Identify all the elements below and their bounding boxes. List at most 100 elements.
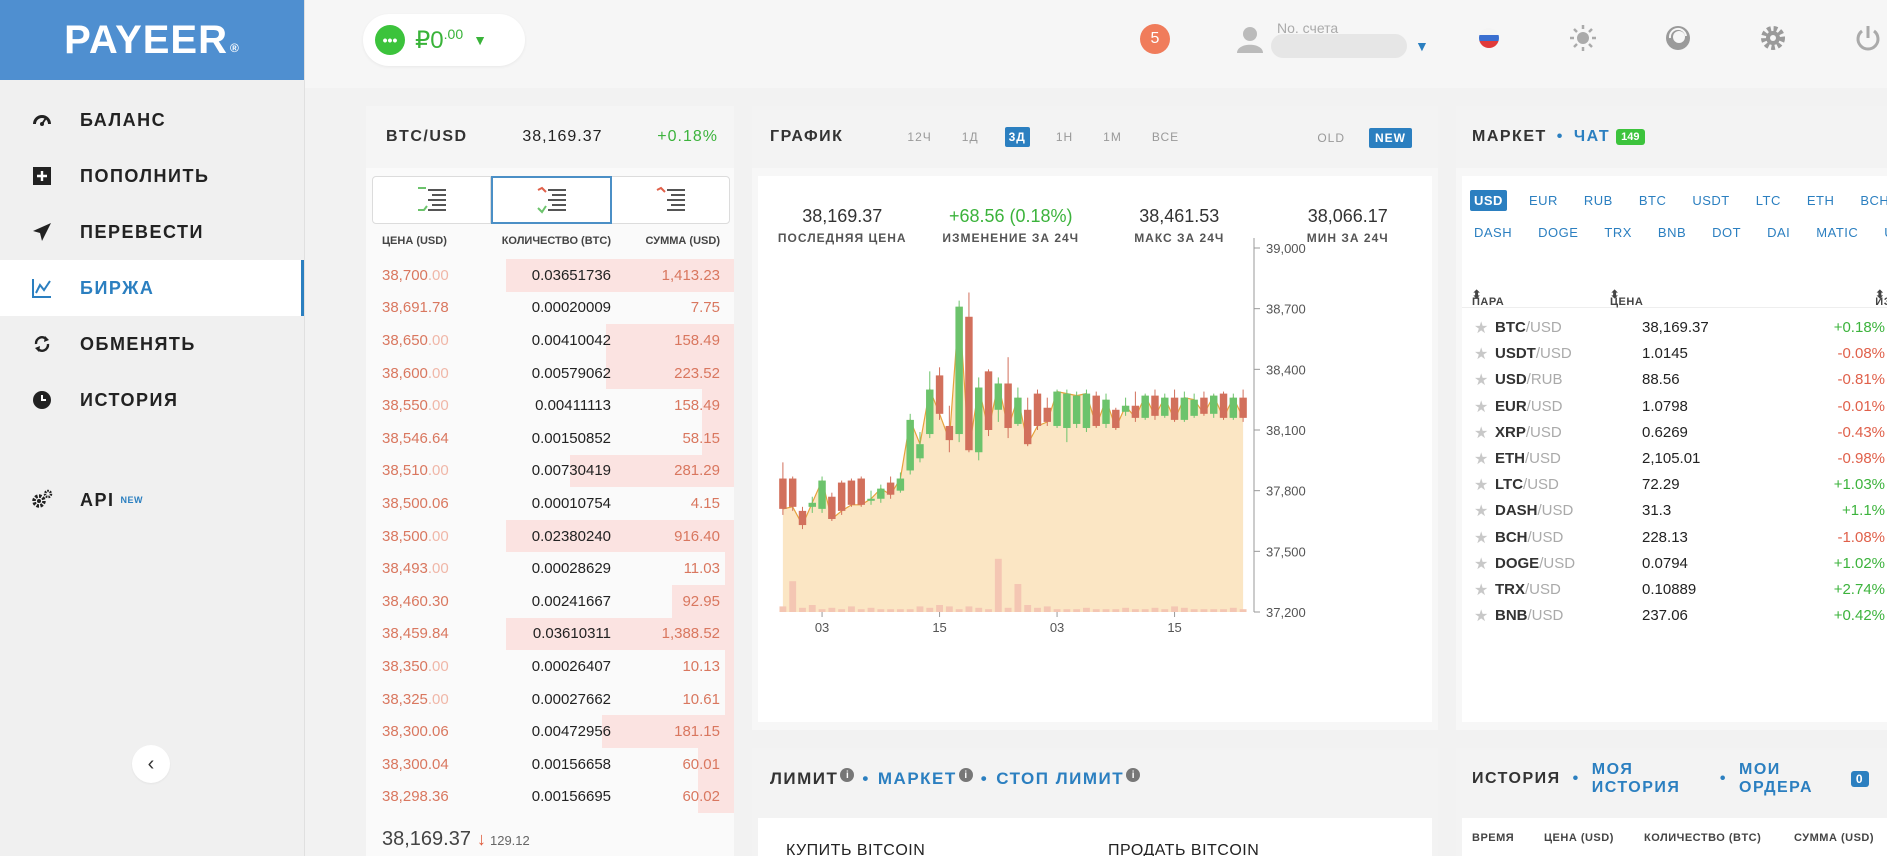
market-row[interactable]: ★ XRP/USD 0.6269 -0.43% xyxy=(1462,419,1887,445)
gear-icon[interactable] xyxy=(1757,22,1789,54)
market-row[interactable]: ★ USD/RUB 88.56 -0.81% xyxy=(1462,366,1887,392)
currency-filter-bnb[interactable]: BNB xyxy=(1654,222,1690,243)
currency-filter-doge[interactable]: DOGE xyxy=(1534,222,1582,243)
tab-history[interactable]: ИСТОРИЯ xyxy=(1472,770,1561,788)
flag-ru-icon[interactable] xyxy=(1473,22,1505,54)
col-pair[interactable]: ПАРА ⬍ xyxy=(1472,288,1504,308)
market-row[interactable]: ★ BNB/USD 237.06 +0.42% xyxy=(1462,602,1887,628)
star-icon[interactable]: ★ xyxy=(1474,580,1488,600)
tab-range[interactable]: 3Д xyxy=(1004,127,1030,147)
order-book-row[interactable]: 38,460.30 0.00241667 92.95 xyxy=(366,584,734,618)
currency-filter-btc[interactable]: BTC xyxy=(1635,190,1671,211)
star-icon[interactable]: ★ xyxy=(1474,344,1488,364)
market-row[interactable]: ★ TRX/USD 0.10889 +2.74% xyxy=(1462,576,1887,602)
tab-range[interactable]: 1Н xyxy=(1052,127,1077,147)
order-book-row[interactable]: 38,300.04 0.00156658 60.01 xyxy=(366,747,734,781)
sidebar-item-transfer[interactable]: ПЕРЕВЕСТИ xyxy=(0,204,304,260)
tab-limit[interactable]: ЛИМИТ i xyxy=(770,768,855,789)
order-book-row[interactable]: 38,350.00 0.00026407 10.13 xyxy=(366,650,734,683)
order-book-row[interactable]: 38,600.00 0.00579062 223.52 xyxy=(366,356,734,390)
order-book-row[interactable]: 38,546.64 0.00150852 58.15 xyxy=(366,421,734,455)
star-icon[interactable]: ★ xyxy=(1474,475,1488,495)
order-book-row[interactable]: 38,300.06 0.00472956 181.15 xyxy=(366,715,734,748)
currency-filter-usd[interactable]: USD xyxy=(1470,190,1507,211)
sidebar-item-swap[interactable]: ОБМЕНЯТЬ xyxy=(0,316,304,372)
chat-tab[interactable]: ЧАТ xyxy=(1574,128,1610,146)
market-row[interactable]: ★ DOGE/USD 0.0794 +1.02% xyxy=(1462,550,1887,576)
candlestick-chart[interactable]: 39,000 38,700 38,400 38,100 37,800 37,500 37,2… xyxy=(758,176,1432,722)
currency-filter-usdt[interactable]: USDT xyxy=(1688,190,1733,211)
tab-chart-version[interactable]: NEW xyxy=(1369,128,1412,148)
notifications-badge[interactable]: 5 xyxy=(1140,24,1170,54)
currency-filter-matic[interactable]: MATIC xyxy=(1812,222,1862,243)
sun-icon[interactable] xyxy=(1567,22,1599,54)
market-row[interactable]: ★ ETH/USD 2,105.01 -0.98% xyxy=(1462,445,1887,471)
currency-filter-eth[interactable]: ETH xyxy=(1803,190,1839,211)
power-icon[interactable] xyxy=(1852,22,1884,54)
order-book-row[interactable]: 38,510.00 0.00730419 281.29 xyxy=(366,454,734,488)
tab-stop-limit[interactable]: СТОП ЛИМИТ i xyxy=(996,768,1141,789)
currency-filter-usdc[interactable]: USDC xyxy=(1880,222,1887,243)
currency-filter-dot[interactable]: DOT xyxy=(1708,222,1745,243)
sidebar-item-deposit[interactable]: ПОПОЛНИТЬ xyxy=(0,148,304,204)
star-icon[interactable]: ★ xyxy=(1474,370,1488,390)
tab-bids-view[interactable] xyxy=(373,177,491,223)
tab-range[interactable]: 12Ч xyxy=(903,127,935,147)
currency-filter-dash[interactable]: DASH xyxy=(1470,222,1516,243)
market-row[interactable]: ★ EUR/USD 1.0798 -0.01% xyxy=(1462,393,1887,419)
account-selector[interactable]: No. счета ▼ xyxy=(1235,18,1435,60)
order-book-row[interactable]: 38,298.36 0.00156695 60.02 xyxy=(366,780,734,814)
currency-filter-eur[interactable]: EUR xyxy=(1525,190,1562,211)
star-icon[interactable]: ★ xyxy=(1474,554,1488,574)
col-price[interactable]: ЦЕНА ⬍ xyxy=(1610,288,1643,308)
tab-market[interactable]: МАРКЕТ i xyxy=(878,768,973,789)
star-icon[interactable]: ★ xyxy=(1474,606,1488,626)
wallet-balance-button[interactable]: ••• ₽0.00 ▼ xyxy=(363,14,525,66)
star-icon[interactable]: ★ xyxy=(1474,397,1488,417)
sidebar-item-balance[interactable]: БАЛАНС xyxy=(0,92,304,148)
star-icon[interactable]: ★ xyxy=(1474,449,1488,469)
tab-both-view[interactable] xyxy=(491,176,612,224)
market-row[interactable]: ★ USDT/USD 1.0145 -0.08% xyxy=(1462,340,1887,366)
order-book-row[interactable]: 38,500.00 0.02380240 916.40 xyxy=(366,519,734,553)
currency-filter-dai[interactable]: DAI xyxy=(1763,222,1794,243)
tab-chart-version[interactable]: OLD xyxy=(1311,128,1351,148)
collapse-sidebar-button[interactable]: ‹ xyxy=(132,745,170,783)
order-book-row[interactable]: 38,500.06 0.00010754 4.15 xyxy=(366,487,734,520)
tab-range[interactable]: 1М xyxy=(1099,127,1126,147)
star-icon[interactable]: ★ xyxy=(1474,501,1488,521)
sidebar-item-history[interactable]: ИСТОРИЯ xyxy=(0,372,304,428)
star-icon[interactable]: ★ xyxy=(1474,318,1488,338)
order-book-row[interactable]: 38,691.78 0.00020009 7.75 xyxy=(366,292,734,325)
support-icon[interactable] xyxy=(1662,22,1694,54)
payeer-logo[interactable]: PAYEER ® xyxy=(0,0,304,80)
market-tab[interactable]: МАРКЕТ xyxy=(1472,128,1547,146)
order-book-row[interactable]: 38,700.00 0.03651736 1,413.23 xyxy=(366,259,734,292)
info-icon[interactable]: i xyxy=(1126,768,1141,783)
tab-my-history[interactable]: МОЯ ИСТОРИЯ xyxy=(1592,761,1708,797)
currency-filter-ltc[interactable]: LTC xyxy=(1752,190,1785,211)
order-book-row[interactable]: 38,550.00 0.00411113 158.49 xyxy=(366,389,734,422)
currency-filter-trx[interactable]: TRX xyxy=(1600,222,1636,243)
col-change[interactable]: ИЗМЕНЕНИЕ ⬍ xyxy=(1875,288,1887,308)
market-row[interactable]: ★ BCH/USD 228.13 -1.08% xyxy=(1462,524,1887,550)
market-row[interactable]: ★ BTC/USD 38,169.37 +0.18% xyxy=(1462,314,1887,340)
sidebar-item-api[interactable]: API NEW xyxy=(0,472,304,528)
sidebar-item-exchange[interactable]: БИРЖА xyxy=(0,260,304,316)
market-row[interactable]: ★ DASH/USD 31.3 +1.1% xyxy=(1462,497,1887,523)
star-icon[interactable]: ★ xyxy=(1474,423,1488,443)
order-book-row[interactable]: 38,493.00 0.00028629 11.03 xyxy=(366,552,734,585)
info-icon[interactable]: i xyxy=(958,768,973,783)
order-book-row[interactable]: 38,325.00 0.00027662 10.61 xyxy=(366,682,734,716)
info-icon[interactable]: i xyxy=(840,768,855,783)
currency-filter-bch[interactable]: BCH xyxy=(1856,190,1887,211)
order-book-row[interactable]: 38,459.84 0.03610311 1,388.52 xyxy=(366,617,734,651)
tab-asks-view[interactable] xyxy=(612,177,729,223)
currency-filter-rub[interactable]: RUB xyxy=(1580,190,1617,211)
star-icon[interactable]: ★ xyxy=(1474,528,1488,548)
tab-range[interactable]: ВСЕ xyxy=(1148,127,1183,147)
market-row[interactable]: ★ LTC/USD 72.29 +1.03% xyxy=(1462,471,1887,497)
tab-range[interactable]: 1Д xyxy=(958,127,983,147)
tab-my-orders[interactable]: МОИ ОРДЕРА xyxy=(1739,761,1843,797)
order-book-row[interactable]: 38,650.00 0.00410042 158.49 xyxy=(366,324,734,357)
